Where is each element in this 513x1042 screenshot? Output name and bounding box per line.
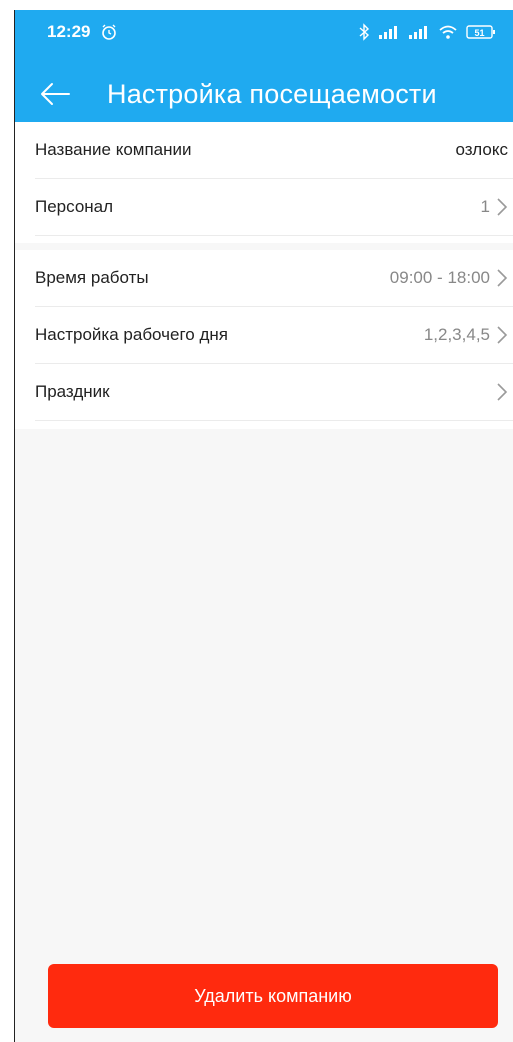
bluetooth-icon <box>358 23 370 41</box>
company-name-value: озлокс <box>455 140 508 159</box>
workday-label: Настройка рабочего дня <box>35 325 228 344</box>
signal-icon <box>408 24 430 40</box>
work-time-value: 09:00 - 18:00 <box>389 268 490 287</box>
schedule-settings-group: Время работы 09:00 - 18:00 Настройка раб… <box>15 250 513 429</box>
chevron-right-icon <box>497 198 508 216</box>
app-screen: 12:29 51 Настройка посещаемости Название… <box>14 10 513 1042</box>
delete-company-button[interactable]: Удалить компанию <box>48 964 498 1028</box>
staff-label: Персонал <box>35 197 114 216</box>
status-bar: 12:29 51 <box>15 10 513 54</box>
work-time-label: Время работы <box>35 268 149 287</box>
back-arrow-icon[interactable] <box>35 74 75 114</box>
chevron-right-icon <box>497 326 508 344</box>
staff-count: 1 <box>480 197 490 216</box>
page-title: Настройка посещаемости <box>107 78 437 109</box>
company-settings-group: Название компании озлокс Персонал 1 <box>15 122 513 243</box>
battery-icon: 51 <box>466 24 496 40</box>
title-row: Настройка посещаемости <box>15 66 513 122</box>
company-name-row[interactable]: Название компании озлокс <box>35 122 513 179</box>
signal-icon <box>378 24 400 40</box>
status-time: 12:29 <box>47 22 91 41</box>
svg-text:51: 51 <box>474 28 484 38</box>
chevron-right-icon <box>497 383 508 401</box>
staff-row[interactable]: Персонал 1 <box>35 179 513 236</box>
workday-value: 1,2,3,4,5 <box>423 325 490 344</box>
holiday-row[interactable]: Праздник <box>35 364 513 421</box>
company-name-label: Название компании <box>35 140 192 159</box>
wifi-icon <box>438 24 458 40</box>
holiday-label: Праздник <box>35 382 110 401</box>
work-time-row[interactable]: Время работы 09:00 - 18:00 <box>35 250 513 307</box>
chevron-right-icon <box>497 269 508 287</box>
alarm-icon <box>100 23 118 41</box>
app-bar: 12:29 51 Настройка посещаемости <box>15 10 513 122</box>
workday-row[interactable]: Настройка рабочего дня 1,2,3,4,5 <box>35 307 513 364</box>
